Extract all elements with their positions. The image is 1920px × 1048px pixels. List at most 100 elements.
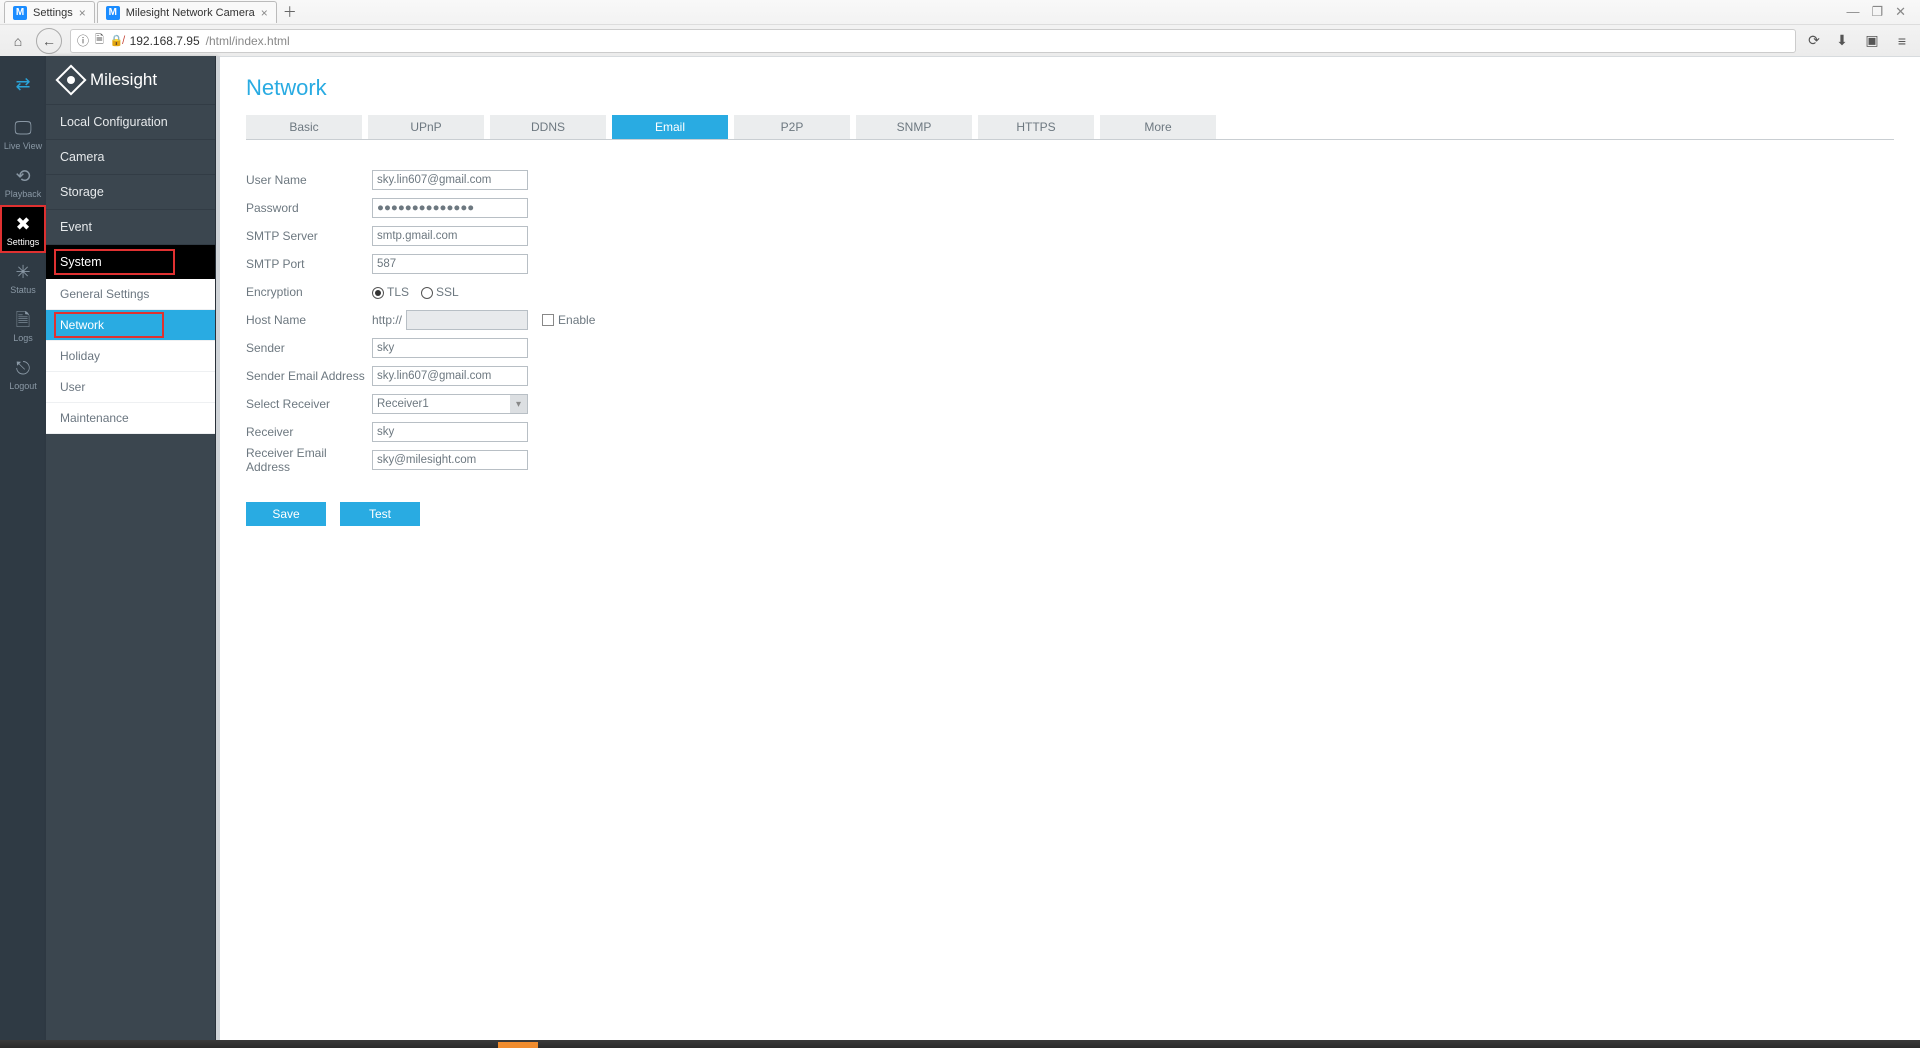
input-username[interactable]: [372, 170, 528, 190]
sub-label: Network: [60, 318, 104, 332]
rail-logs[interactable]: 🗎 Logs: [0, 301, 46, 349]
rail-status[interactable]: ✳ Status: [0, 253, 46, 301]
menu-event[interactable]: Event: [46, 209, 215, 244]
brand: Milesight: [46, 56, 215, 104]
download-icon[interactable]: ⬇: [1832, 31, 1852, 51]
label-enable: Enable: [558, 313, 595, 327]
menu-camera[interactable]: Camera: [46, 139, 215, 174]
input-receiver[interactable]: [372, 422, 528, 442]
input-sender[interactable]: [372, 338, 528, 358]
sidebar-icon[interactable]: ▣: [1862, 31, 1882, 51]
playback-icon: ⟲: [15, 167, 30, 185]
back-button[interactable]: ←: [36, 28, 62, 54]
tab-more[interactable]: More: [1100, 115, 1216, 139]
label-host-name: Host Name: [246, 313, 372, 327]
label-username: User Name: [246, 173, 372, 187]
sub-holiday[interactable]: Holiday: [46, 341, 215, 372]
spinner-icon: ✳: [15, 263, 30, 281]
radio-tls[interactable]: TLS: [372, 285, 409, 299]
label-sender: Sender: [246, 341, 372, 355]
save-button[interactable]: Save: [246, 502, 326, 526]
button-row: Save Test: [246, 502, 1894, 526]
chevron-down-icon: ▾: [510, 394, 528, 414]
tab-upnp[interactable]: UPnP: [368, 115, 484, 139]
radio-icon: [421, 287, 433, 299]
input-smtp-server[interactable]: [372, 226, 528, 246]
submenu: General Settings Network Holiday User Ma…: [46, 279, 215, 434]
input-password[interactable]: [372, 198, 528, 218]
label-password: Password: [246, 201, 372, 215]
input-sender-email[interactable]: [372, 366, 528, 386]
rail-label: Playback: [5, 189, 42, 199]
tab-strip: M Settings × M Milesight Network Camera …: [0, 0, 1920, 24]
sub-user[interactable]: User: [46, 372, 215, 403]
menu-system[interactable]: System: [46, 244, 215, 279]
sub-network[interactable]: Network: [46, 310, 215, 341]
taskbar-highlight: [498, 1042, 538, 1048]
url-input[interactable]: ⓘ 🗎 🔒̸ 192.168.7.95/html/index.html: [70, 29, 1796, 53]
logs-icon: 🗎: [16, 311, 30, 329]
tab-title: Milesight Network Camera: [126, 7, 255, 19]
favicon-icon: M: [13, 6, 27, 20]
app-frame: ⇄ 🖵 Live View ⟲ Playback ✖ Settings ✳ St…: [0, 56, 1920, 1048]
menu-local-config[interactable]: Local Configuration: [46, 104, 215, 139]
label-smtp-server: SMTP Server: [246, 229, 372, 243]
label-select-receiver: Select Receiver: [246, 397, 372, 411]
rail-logout[interactable]: ⎋ Logout: [0, 349, 46, 397]
reload-icon[interactable]: ⟳: [1804, 31, 1824, 51]
tab-ddns[interactable]: DDNS: [490, 115, 606, 139]
radio-ssl[interactable]: SSL: [421, 285, 459, 299]
tab-basic[interactable]: Basic: [246, 115, 362, 139]
email-form: User Name Password SMTP Server SMTP Port…: [246, 166, 1894, 526]
logout-icon: ⎋: [16, 359, 30, 377]
page-title: Network: [246, 75, 1894, 101]
maximize-icon[interactable]: ❐: [1871, 4, 1883, 20]
monitor-icon: 🖵: [14, 119, 31, 137]
rail-settings[interactable]: ✖ Settings: [0, 205, 46, 253]
tab-p2p[interactable]: P2P: [734, 115, 850, 139]
select-receiver-value[interactable]: [372, 394, 528, 414]
network-tabs: Basic UPnP DDNS Email P2P SNMP HTTPS Mor…: [246, 115, 1894, 140]
url-host: 192.168.7.95: [130, 34, 200, 48]
close-icon[interactable]: ×: [79, 6, 86, 20]
address-bar: ⌂ ← ⓘ 🗎 🔒̸ 192.168.7.95/html/index.html …: [0, 24, 1920, 56]
tools-icon: ✖: [15, 215, 30, 233]
radio-label: SSL: [436, 285, 459, 299]
browser-chrome: M Settings × M Milesight Network Camera …: [0, 0, 1920, 57]
radio-label: TLS: [387, 285, 409, 299]
sub-general-settings[interactable]: General Settings: [46, 279, 215, 310]
checkbox-enable[interactable]: [542, 314, 554, 326]
tab-camera[interactable]: M Milesight Network Camera ×: [97, 1, 277, 23]
label-receiver-email: Receiver Email Address: [246, 446, 372, 474]
tab-settings[interactable]: M Settings ×: [4, 1, 95, 23]
brand-logo-icon: [55, 64, 86, 95]
sub-maintenance[interactable]: Maintenance: [46, 403, 215, 434]
label-encryption: Encryption: [246, 285, 372, 299]
swap-icon[interactable]: ⇄: [15, 74, 30, 95]
minimize-icon[interactable]: —: [1846, 4, 1859, 20]
home-icon[interactable]: ⌂: [8, 31, 28, 51]
close-icon[interactable]: ×: [261, 6, 268, 20]
encryption-radios: TLS SSL: [372, 285, 459, 299]
tab-email[interactable]: Email: [612, 115, 728, 139]
new-tab-button[interactable]: ＋: [279, 2, 301, 22]
tab-https[interactable]: HTTPS: [978, 115, 1094, 139]
label-receiver: Receiver: [246, 425, 372, 439]
side-menu: Milesight Local Configuration Camera Sto…: [46, 56, 216, 1048]
menu-storage[interactable]: Storage: [46, 174, 215, 209]
rail-playback[interactable]: ⟲ Playback: [0, 157, 46, 205]
menu-icon[interactable]: ≡: [1892, 31, 1912, 51]
rail-live-view[interactable]: 🖵 Live View: [0, 109, 46, 157]
input-host-name[interactable]: [406, 310, 528, 330]
rail-label: Logs: [13, 333, 33, 343]
os-taskbar[interactable]: [0, 1040, 1920, 1048]
select-receiver[interactable]: ▾: [372, 394, 528, 414]
tab-snmp[interactable]: SNMP: [856, 115, 972, 139]
menu-label: System: [60, 255, 102, 269]
favicon-icon: M: [106, 6, 120, 20]
input-receiver-email[interactable]: [372, 450, 528, 470]
test-button[interactable]: Test: [340, 502, 420, 526]
close-window-icon[interactable]: ✕: [1895, 4, 1906, 20]
radio-icon: [372, 287, 384, 299]
input-smtp-port[interactable]: [372, 254, 528, 274]
